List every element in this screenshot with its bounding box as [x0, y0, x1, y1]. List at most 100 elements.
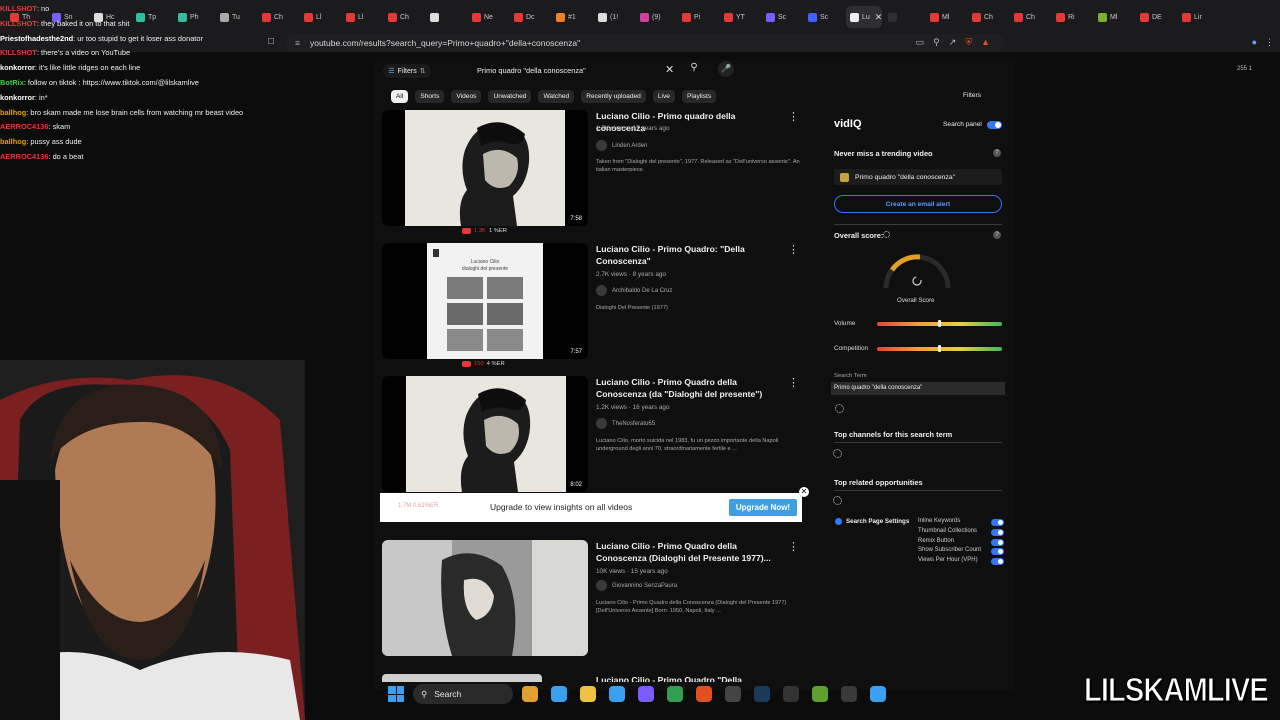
- taskbar-search[interactable]: ⚲ Search: [413, 684, 513, 704]
- wallet-icon[interactable]: ●: [1252, 37, 1257, 48]
- thumbnail-collections-toggle[interactable]: [991, 529, 1004, 536]
- share-icon[interactable]: ↗: [949, 37, 957, 48]
- video-result[interactable]: Luciano Cilio - Primo Quadro della Conos…: [382, 540, 802, 658]
- browser-tab[interactable]: (1!: [594, 6, 634, 28]
- browser-tab[interactable]: Ri: [1052, 6, 1092, 28]
- cast-icon[interactable]: ▭: [916, 37, 925, 48]
- browser-tab[interactable]: Ch: [968, 6, 1008, 28]
- discord-icon[interactable]: [638, 686, 654, 702]
- store-icon[interactable]: [609, 686, 625, 702]
- browser-tab[interactable]: Ne: [468, 6, 508, 28]
- chip-all[interactable]: All: [391, 90, 409, 103]
- more-options-icon[interactable]: ⋮: [788, 376, 799, 389]
- files-icon[interactable]: [522, 686, 538, 702]
- browser-tab[interactable]: Ch: [384, 6, 424, 28]
- more-options-icon[interactable]: ⋮: [788, 243, 799, 256]
- search-panel-label: Search panel: [943, 121, 982, 128]
- channel-avatar[interactable]: [596, 418, 607, 429]
- inline-keywords-toggle[interactable]: [991, 519, 1004, 526]
- search-input[interactable]: Primo quadro "della conoscenza": [470, 62, 684, 78]
- more-options-icon[interactable]: ⋮: [788, 540, 799, 553]
- browser-tab[interactable]: [884, 6, 924, 28]
- chip-shorts[interactable]: Shorts: [415, 90, 445, 103]
- video-title[interactable]: Luciano Cilio - Primo Quadro: "Della Con…: [596, 243, 786, 267]
- folder-icon[interactable]: [580, 686, 596, 702]
- chip-recently-uploaded[interactable]: Recently uploaded: [581, 90, 646, 103]
- browser-tab[interactable]: Lir: [1178, 6, 1218, 28]
- xbox-icon[interactable]: [812, 686, 828, 702]
- video-channel[interactable]: TheNosferatu65: [596, 418, 655, 429]
- chip-videos[interactable]: Videos: [451, 90, 482, 103]
- remix-button-toggle[interactable]: [991, 539, 1004, 546]
- browser-tab[interactable]: Ch: [1010, 6, 1050, 28]
- url-field[interactable]: ≡ youtube.com/results?search_query=Primo…: [285, 34, 1005, 52]
- microphone-icon[interactable]: 🎤: [718, 61, 734, 77]
- channel-name[interactable]: Linden Arden: [612, 143, 647, 149]
- browser-tab[interactable]: Ll: [342, 6, 382, 28]
- upgrade-now-button[interactable]: Upgrade Now!: [729, 499, 797, 516]
- more-options-icon[interactable]: ⋮: [788, 110, 799, 123]
- tab-close-icon[interactable]: ✕: [875, 12, 882, 23]
- vph-toggle[interactable]: [991, 558, 1004, 565]
- obs-icon[interactable]: [725, 686, 741, 702]
- video-channel[interactable]: Linden Arden: [596, 140, 647, 151]
- app-green-icon[interactable]: [667, 686, 683, 702]
- zoom-icon[interactable]: ⚲: [933, 37, 940, 48]
- video-thumbnail[interactable]: Luciano Cilio dialoghi del presente 7:57: [382, 243, 588, 359]
- channel-avatar[interactable]: [596, 285, 607, 296]
- search-icon[interactable]: ⚲: [686, 62, 702, 78]
- browser-tab[interactable]: Sc: [804, 6, 844, 28]
- search-page-settings[interactable]: Search Page Settings: [835, 518, 909, 525]
- browser-tab[interactable]: (9): [636, 6, 676, 28]
- video-result[interactable]: 7:58 1.3K 1 %ER Luciano Cilio - Primo qu…: [382, 110, 802, 234]
- video-channel[interactable]: Archibaldo De La Cruz: [596, 285, 672, 296]
- browser-tab[interactable]: Ml: [1094, 6, 1134, 28]
- app-bar-icon[interactable]: [783, 686, 799, 702]
- clear-search-icon[interactable]: ✕: [665, 63, 674, 76]
- brave-icon[interactable]: [696, 686, 712, 702]
- browser-tab[interactable]: Dc: [510, 6, 550, 28]
- channel-name[interactable]: TheNosferatu65: [612, 421, 655, 427]
- video-result[interactable]: Luciano Cilio dialoghi del presente 7:57…: [382, 243, 802, 367]
- browser-tab[interactable]: DE: [1136, 6, 1176, 28]
- 4k-icon[interactable]: [841, 686, 857, 702]
- browser-tab[interactable]: Ll: [300, 6, 340, 28]
- close-icon[interactable]: ✕: [799, 487, 809, 497]
- notepad-icon[interactable]: [870, 686, 886, 702]
- help-icon[interactable]: ?: [993, 231, 1001, 239]
- steam-icon[interactable]: [754, 686, 770, 702]
- browser-tab[interactable]: [426, 6, 466, 28]
- vidiq-filters-button[interactable]: Filters: [963, 92, 981, 99]
- subscriber-count-toggle[interactable]: [991, 548, 1004, 555]
- extension-icon[interactable]: ▲: [981, 37, 990, 48]
- copilot-icon[interactable]: [551, 686, 567, 702]
- video-title[interactable]: Luciano Cilio - Primo Quadro della Conos…: [596, 376, 786, 400]
- chip-unwatched[interactable]: Unwatched: [488, 90, 532, 103]
- browser-tab[interactable]: #1: [552, 6, 592, 28]
- channel-avatar[interactable]: [596, 140, 607, 151]
- channel-name[interactable]: Archibaldo De La Cruz: [612, 288, 672, 294]
- video-thumbnail[interactable]: 8:02: [382, 376, 588, 492]
- video-title[interactable]: Luciano Cilio - Primo Quadro della Conos…: [596, 540, 786, 564]
- browser-tab[interactable]: YT: [720, 6, 760, 28]
- brave-shield-icon[interactable]: ⛨: [965, 37, 972, 48]
- video-thumbnail[interactable]: 7:58: [382, 110, 588, 226]
- video-thumbnail[interactable]: [382, 540, 588, 656]
- search-panel-toggle[interactable]: [987, 121, 1002, 129]
- chip-watched[interactable]: Watched: [538, 90, 575, 103]
- video-result[interactable]: 8:02 Luciano Cilio - Primo Quadro della …: [382, 376, 802, 494]
- create-email-alert-button[interactable]: Create an email alert: [834, 195, 1002, 213]
- windows-start-icon[interactable]: [388, 686, 404, 702]
- chip-playlists[interactable]: Playlists: [681, 90, 717, 103]
- help-icon[interactable]: ?: [993, 149, 1001, 157]
- channel-name[interactable]: Giovannino SenzaPaura: [612, 583, 677, 589]
- filters-button[interactable]: ☰ Filters ⇅: [383, 64, 431, 78]
- chip-live[interactable]: Live: [652, 90, 675, 103]
- video-channel[interactable]: Giovannino SenzaPaura: [596, 580, 677, 591]
- channel-avatar[interactable]: [596, 580, 607, 591]
- menu-icon[interactable]: ⋮: [1265, 37, 1274, 48]
- browser-tab[interactable]: Ml: [926, 6, 966, 28]
- browser-tab[interactable]: Lu ✕: [846, 6, 882, 28]
- browser-tab[interactable]: Sc: [762, 6, 802, 28]
- browser-tab[interactable]: Pi: [678, 6, 718, 28]
